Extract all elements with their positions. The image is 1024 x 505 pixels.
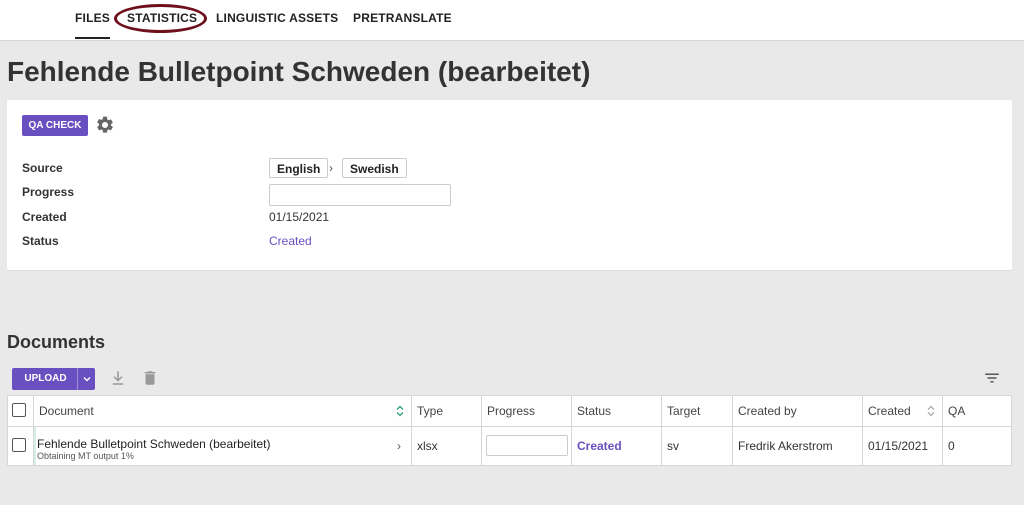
document-name[interactable]: Fehlende Bulletpoint Schweden (bearbeite…: [37, 437, 270, 451]
document-progress-bar: [486, 435, 568, 456]
document-cell[interactable]: Fehlende Bulletpoint Schweden (bearbeite…: [33, 427, 411, 465]
column-header-target[interactable]: Target: [661, 396, 732, 426]
sort-icon[interactable]: [926, 405, 936, 417]
sort-active-icon[interactable]: [395, 405, 405, 417]
tab-linguistic-assets[interactable]: LINGUISTIC ASSETS: [216, 11, 338, 25]
chevron-right-icon: ›: [329, 161, 333, 175]
target-language-chip: Swedish: [342, 158, 407, 178]
trash-icon[interactable]: [141, 369, 159, 387]
gear-icon[interactable]: [95, 115, 115, 135]
column-header-document[interactable]: Document: [33, 396, 411, 426]
table-row[interactable]: Fehlende Bulletpoint Schweden (bearbeite…: [8, 427, 1011, 465]
progress-bar: [269, 184, 451, 206]
select-all-cell: [8, 396, 33, 426]
documents-title: Documents: [7, 332, 106, 352]
column-label-created: Created: [868, 404, 911, 418]
created-cell: 01/15/2021: [862, 427, 942, 465]
status-cell[interactable]: Created: [571, 427, 661, 465]
table-header-row: Document Type Progress Status Target Cre…: [8, 396, 1011, 427]
row-select-cell: [8, 427, 33, 465]
column-header-status[interactable]: Status: [571, 396, 661, 426]
documents-table: Document Type Progress Status Target Cre…: [7, 395, 1012, 466]
document-status-note: Obtaining MT output 1%: [37, 451, 134, 461]
created-date: 01/15/2021: [269, 210, 330, 224]
progress-cell: [481, 427, 571, 465]
column-label-document: Document: [39, 404, 94, 418]
source-language-chip: English: [269, 158, 329, 178]
column-header-created-by[interactable]: Created by: [732, 396, 862, 426]
qa-cell: 0: [942, 427, 1011, 465]
tab-files[interactable]: FILES: [75, 11, 111, 39]
created-label: Created: [22, 210, 67, 224]
qa-check-button[interactable]: QA CHECK: [22, 115, 88, 136]
status-label: Status: [22, 234, 59, 248]
tab-pretranslate[interactable]: PRETRANSLATE: [353, 11, 452, 25]
upload-label[interactable]: UPLOAD: [18, 368, 73, 390]
row-checkbox[interactable]: [12, 438, 26, 452]
select-all-checkbox[interactable]: [12, 403, 26, 417]
column-header-created[interactable]: Created: [862, 396, 942, 426]
type-cell: xlsx: [411, 427, 481, 465]
created-by-cell: Fredrik Akerstrom: [732, 427, 862, 465]
status-value: Created: [269, 234, 312, 248]
column-header-progress[interactable]: Progress: [481, 396, 571, 426]
progress-label: Progress: [22, 185, 75, 199]
top-nav: FILES STATISTICS LINGUISTIC ASSETS PRETR…: [0, 0, 1024, 41]
documents-toolbar: UPLOAD: [7, 366, 1012, 394]
chevron-down-icon: [83, 377, 91, 382]
column-header-type[interactable]: Type: [411, 396, 481, 426]
target-cell: sv: [661, 427, 732, 465]
column-header-qa[interactable]: QA: [942, 396, 1011, 426]
project-info-card: QA CHECK Source English › Swedish Progre…: [7, 100, 1012, 270]
upload-menu-toggle[interactable]: [77, 368, 96, 390]
source-label: Source: [22, 161, 63, 175]
tab-statistics[interactable]: STATISTICS: [127, 11, 197, 25]
download-icon[interactable]: [109, 369, 127, 387]
upload-button[interactable]: UPLOAD: [12, 368, 95, 390]
filter-icon[interactable]: [983, 369, 1001, 387]
chevron-right-icon[interactable]: ›: [397, 427, 401, 465]
page-title: Fehlende Bulletpoint Schweden (bearbeite…: [7, 56, 591, 87]
